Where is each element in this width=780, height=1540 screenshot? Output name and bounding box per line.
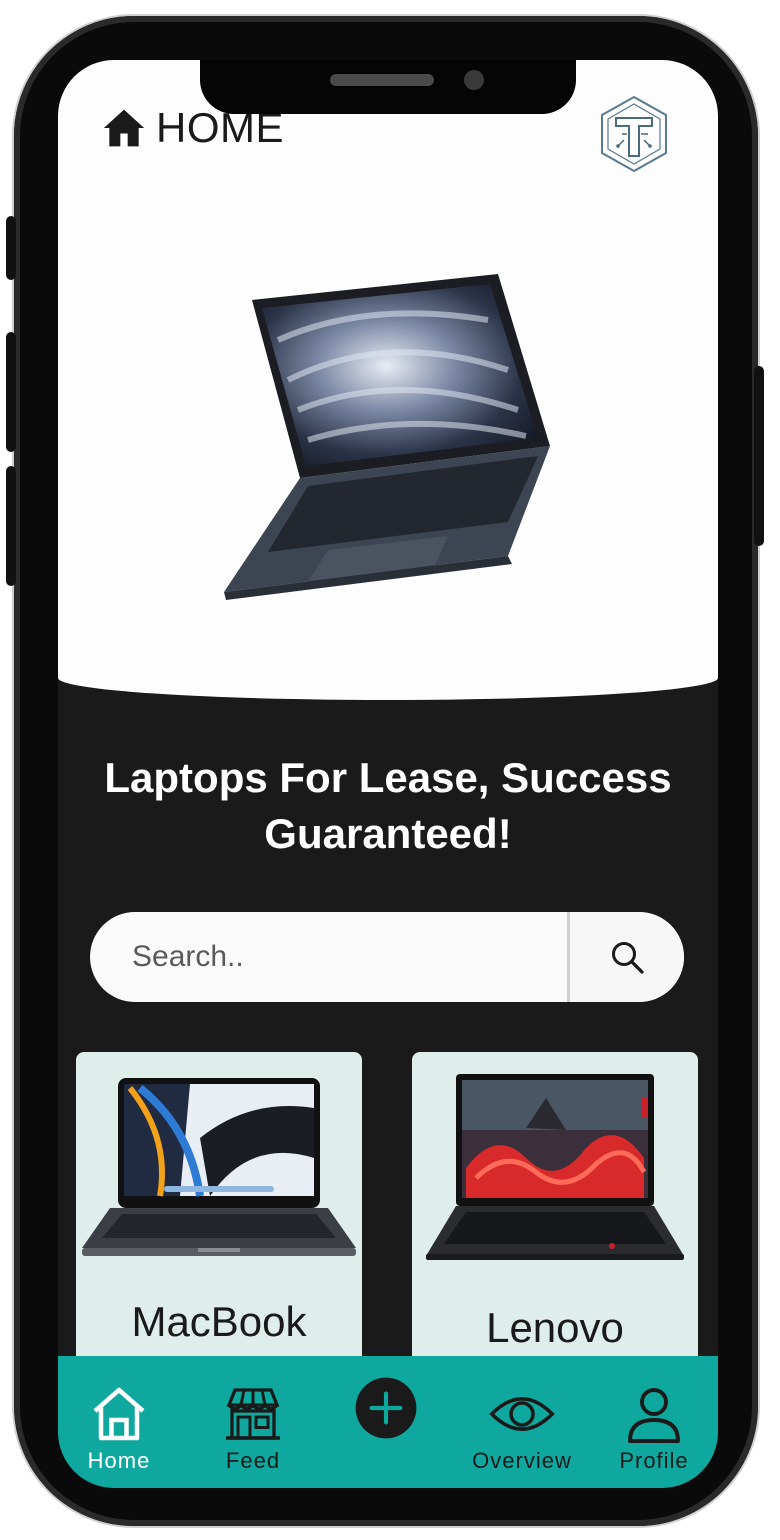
- nav-label: Profile: [619, 1448, 689, 1473]
- home-outline-icon: [93, 1387, 145, 1441]
- search-input[interactable]: [90, 912, 567, 1002]
- tagline: Laptops For Lease, Success Guaranteed!: [104, 754, 672, 857]
- product-name: Lenovo: [486, 1304, 624, 1351]
- mute-switch: [6, 216, 16, 280]
- notch: [200, 60, 576, 114]
- nav-label: Overview: [472, 1448, 572, 1473]
- search-button[interactable]: [567, 912, 684, 1002]
- search-bar: [90, 912, 684, 1002]
- home-icon: [103, 109, 145, 147]
- nav-label: Feed: [225, 1448, 281, 1473]
- speaker-grille: [330, 74, 434, 86]
- power-button: [754, 366, 764, 546]
- nav-home[interactable]: Home: [82, 1356, 156, 1488]
- nav-overview[interactable]: Overview: [462, 1356, 582, 1488]
- macbook-image: [82, 1078, 356, 1256]
- front-camera: [464, 70, 484, 90]
- user-icon: [628, 1388, 680, 1443]
- lenovo-image: [426, 1074, 684, 1260]
- product-name: MacBook: [131, 1298, 307, 1345]
- brand-logo[interactable]: [594, 94, 674, 174]
- hero-laptop-image: [224, 274, 550, 600]
- nav-profile[interactable]: Profile: [612, 1356, 696, 1488]
- add-circle-icon: [355, 1377, 417, 1439]
- storefront-icon: [226, 1388, 280, 1440]
- nav-add-button[interactable]: [354, 1356, 418, 1488]
- hero-section: HOME: [58, 60, 718, 700]
- volume-up-button: [6, 332, 16, 452]
- bottom-navigation: Home Feed Overview Profile: [58, 1356, 718, 1488]
- app-screen: HOME Laptops For Lease, Success Guarante…: [58, 60, 718, 1488]
- eye-icon: [489, 1397, 555, 1431]
- nav-feed[interactable]: Feed: [218, 1356, 288, 1488]
- volume-down-button: [6, 466, 16, 586]
- nav-label: Home: [87, 1448, 151, 1473]
- search-icon: [612, 942, 644, 974]
